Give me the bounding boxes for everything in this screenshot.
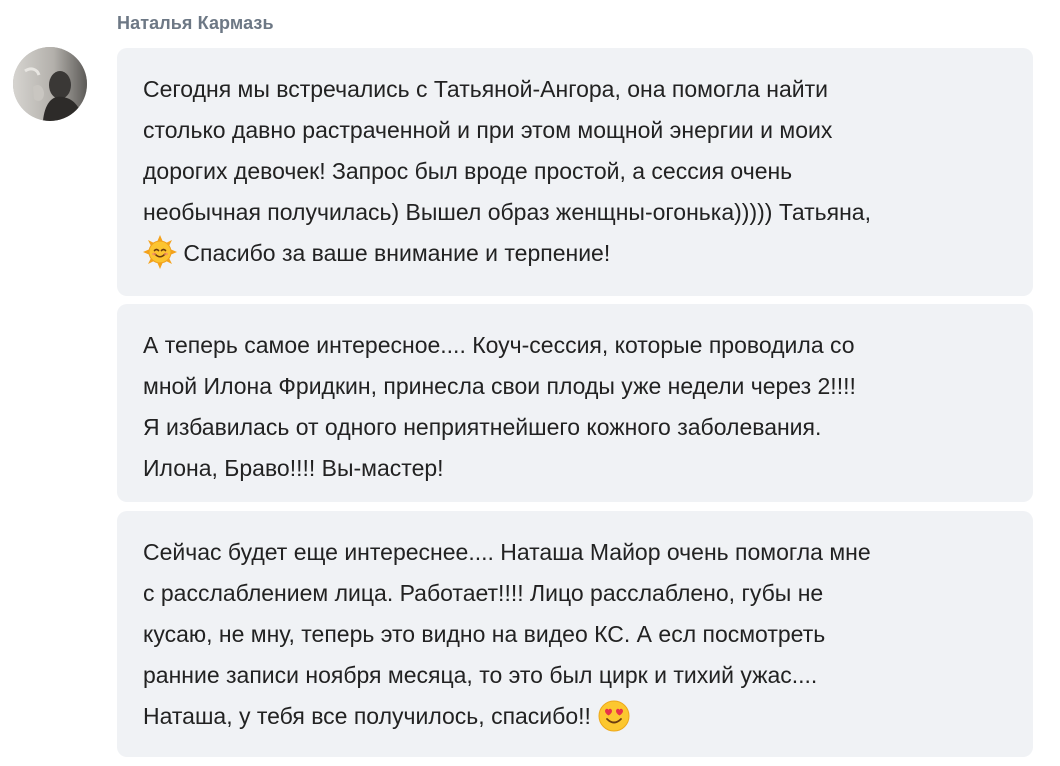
message-line: дорогих девочек! Запрос был вроде просто…: [143, 158, 793, 184]
message-line: А теперь самое интересное.... Коуч-сесси…: [143, 332, 855, 358]
message-line-with-emoji: Наташа, у тебя все получилось, спасибо!!: [143, 696, 1007, 737]
message-line: Спасибо за ваше внимание и терпение!: [183, 240, 611, 266]
message-line: Сейчас будет еще интереснее.... Наташа М…: [143, 539, 871, 565]
message-bubble[interactable]: Сейчас будет еще интереснее.... Наташа М…: [117, 511, 1033, 757]
message-line: необычная получилась) Вышел образ женщны…: [143, 199, 871, 225]
message-line: Наташа, у тебя все получилось, спасибо!!: [143, 703, 591, 729]
chat-message-group: Наталья Кармазь Сегодня мы встречались с…: [0, 0, 1060, 766]
message-line: мной Илона Фридкин, принесла свои плоды …: [143, 373, 856, 399]
message-line: с расслаблением лица. Работает!!!! Лицо …: [143, 580, 824, 606]
message-bubble[interactable]: Сегодня мы встречались с Татьяной-Ангора…: [117, 48, 1033, 296]
message-line: Сегодня мы встречались с Татьяной-Ангора…: [143, 76, 828, 102]
message-line-with-emoji: Спасибо за ваше внимание и терпение!: [143, 233, 1007, 274]
message-line: столько давно растраченной и при этом мо…: [143, 117, 833, 143]
message-line: Илона, Браво!!!! Вы-мастер!: [143, 455, 444, 481]
sun-smile-emoji-icon: [143, 235, 177, 269]
sender-name[interactable]: Наталья Кармазь: [117, 13, 274, 34]
smiling-face-with-heart-eyes-emoji-icon: [597, 698, 631, 732]
avatar[interactable]: [13, 47, 87, 121]
message-line: Я избавилась от одного неприятнейшего ко…: [143, 414, 822, 440]
message-bubble[interactable]: А теперь самое интересное.... Коуч-сесси…: [117, 304, 1033, 502]
avatar-photo: [13, 47, 87, 121]
message-line: кусаю, не мну, теперь это видно на видео…: [143, 621, 826, 647]
message-line: ранние записи ноября месяца, то это был …: [143, 662, 818, 688]
